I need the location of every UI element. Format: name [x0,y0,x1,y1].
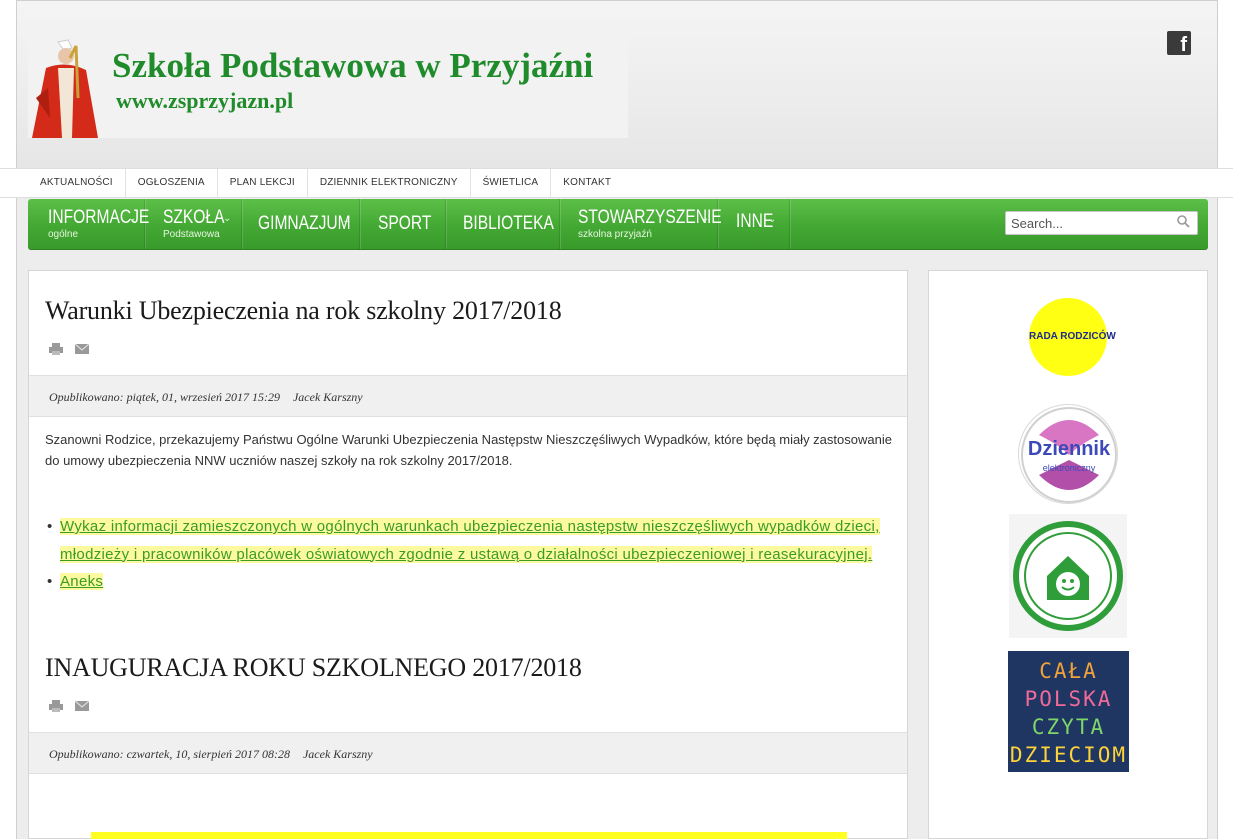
article-meta: Opublikowano: czwartek, 10, sierpień 201… [29,732,907,774]
topnav-item-ogloszenia[interactable]: OGŁOSZENIA [126,169,218,197]
article-author: Jacek Karszny [292,390,363,404]
chevron-down-icon: ⌄ [128,213,137,224]
menu-item-biblioteka[interactable]: BIBLIOTEKA [446,199,560,249]
menu-item-szkola[interactable]: SZKOŁA ⌄ Podstawowa [145,199,242,249]
szkola-promujaca-zdrowie-badge[interactable] [1009,514,1127,638]
main-content: Warunki Ubezpieczenia na rok szkolny 201… [28,270,908,839]
school-url[interactable]: www.zsprzyjazn.pl [116,88,293,114]
print-icon[interactable] [49,343,63,355]
topnav-item-dziennik[interactable]: DZIENNIK ELEKTRONICZNY [308,169,471,197]
chevron-down-icon: ⌄ [768,214,777,225]
menu-item-label: BIBLIOTEKA [463,213,554,234]
print-icon[interactable] [49,700,63,712]
chevron-down-icon: ⌄ [701,213,710,224]
rada-rodzicow-label: RADA RODZICÓW [1029,331,1116,342]
article-title[interactable]: Warunki Ubezpieczenia na rok szkolny 201… [45,296,562,326]
email-icon[interactable] [75,343,89,355]
zdrowie-logo-icon [1013,521,1123,631]
czyta-line-3: CZYTA [1031,715,1106,739]
menu-item-label: SPORT [378,213,432,234]
chevron-down-icon: ⌄ [223,213,232,224]
topnav-item-swietlica[interactable]: ŚWIETLICA [471,169,552,197]
czyta-line-1: CAŁA [1039,659,1098,683]
attachment-list: Wykaz informacji zamieszczonych w ogólny… [47,513,899,596]
menu-item-gimnazjum[interactable]: GIMNAZJUM ⌄ [242,199,360,249]
dziennik-label: Dziennik [1027,438,1111,460]
rada-rodzicow-badge[interactable]: RADA RODZICÓW [1029,298,1116,376]
email-icon[interactable] [75,700,89,712]
menu-item-inne[interactable]: INNE ⌄ [718,199,790,249]
dziennik-elektroniczny-badge[interactable]: Dziennik elektroniczny [1018,404,1118,504]
school-name[interactable]: Szkoła Podstawowa w Przyjaźni [112,46,593,86]
search-icon[interactable] [1176,214,1190,228]
top-navigation: AKTUALNOŚCI OGŁOSZENIA PLAN LEKCJI DZIEN… [0,168,1233,198]
facebook-icon[interactable]: f [1167,31,1191,56]
topnav-item-aktualnosci[interactable]: AKTUALNOŚCI [28,169,126,197]
article-author: Jacek Karszny [302,747,373,761]
menu-item-sublabel: szkolna przyjaźń [578,229,652,240]
menu-item-label: GIMNAZJUM [258,213,351,234]
sidebar: RADA RODZICÓW Dziennik elektroniczny CAŁ… [928,270,1208,839]
cala-polska-czyta-dzieciom-badge[interactable]: CAŁA POLSKA CZYTA DZIECIOM [1008,651,1129,772]
article-tools [49,343,89,355]
menu-item-sport[interactable]: SPORT [360,199,446,249]
topnav-item-kontakt[interactable]: KONTAKT [551,169,623,197]
topnav-item-plan-lekcji[interactable]: PLAN LEKCJI [218,169,308,197]
list-item: Wykaz informacji zamieszczonych w ogólny… [47,513,899,568]
chevron-down-icon: ⌄ [342,215,351,226]
czyta-line-2: POLSKA [1024,687,1113,711]
menu-item-label: SZKOŁA [163,207,225,228]
article-tools [49,700,89,712]
highlight-banner [91,832,847,839]
czyta-line-4: DZIECIOM [1009,743,1128,767]
search-input[interactable]: Search... [1005,211,1198,235]
list-item: Aneks [47,568,899,596]
dziennik-sublabel: elektroniczny [1042,463,1096,473]
menu-item-informacje[interactable]: INFORMACJE ⌄ ogólne [28,199,149,249]
article-intro: Szanowni Rodzice, przekazujemy Państwu O… [45,432,892,468]
pope-image [28,38,102,138]
menu-item-sublabel: Podstawowa [163,229,220,240]
published-date: Opublikowano: piątek, 01, wrzesień 2017 … [49,390,280,404]
attachment-link-aneks[interactable]: Aneks [60,573,104,590]
published-date: Opublikowano: czwartek, 10, sierpień 201… [49,747,290,761]
article-meta: Opublikowano: piątek, 01, wrzesień 2017 … [29,375,907,417]
article-title[interactable]: INAUGURACJA ROKU SZKOLNEGO 2017/2018 [45,653,582,683]
menu-item-sublabel: ogólne [48,229,79,240]
attachment-link-wykaz[interactable]: Wykaz informacji zamieszczonych w ogólny… [60,518,880,563]
menu-item-stowarzyszenie[interactable]: STOWARZYSZENIE ⌄ szkolna przyjaźń [560,199,722,249]
